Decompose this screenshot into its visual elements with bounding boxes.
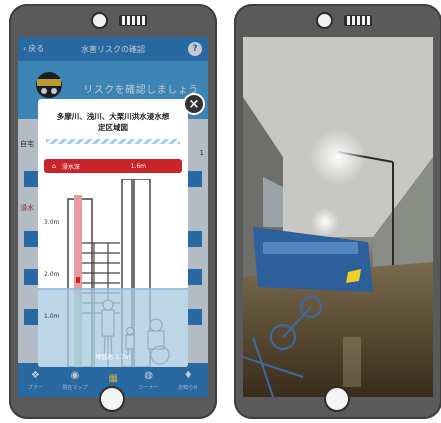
flooded-street-photo — [243, 37, 433, 397]
speaker-grille — [344, 15, 372, 26]
phone-frame-left: ‹ 戻る 水害リスクの確認 ? リスクを確認しましょう 自宅 浸水 1 ❖ ブラ… — [9, 4, 217, 419]
stage: ‹ 戻る 水害リスクの確認 ? リスクを確認しましょう 自宅 浸水 1 ❖ ブラ… — [0, 0, 441, 423]
flood-depth-value: 1.6m — [130, 162, 146, 170]
modal-title-line1: 多摩川、浅川、大栗川洪水浸水想 — [56, 112, 170, 121]
home-button[interactable] — [99, 386, 125, 412]
modal-title: 多摩川、浅川、大栗川洪水浸水想 定区域図 — [42, 111, 184, 133]
flood-scene: 3.0m 2.0m 1.0m 地盤高 1.7m — [38, 178, 188, 367]
camera-icon — [91, 12, 108, 29]
flood-depth-bar: ⌂ 浸水深 1.6m — [44, 159, 182, 173]
flood-illustration — [38, 178, 188, 367]
depth-label-3: 3.0m — [44, 219, 60, 226]
app-screen: ‹ 戻る 水害リスクの確認 ? リスクを確認しましょう 自宅 浸水 1 ❖ ブラ… — [18, 37, 208, 397]
depth-label-1: 1.0m — [44, 313, 60, 320]
camera-icon — [316, 12, 333, 29]
modal-title-line2: 定区域図 — [98, 123, 128, 132]
depth-label-2: 2.0m — [44, 271, 60, 278]
phone-frame-right — [234, 4, 441, 419]
home-button[interactable] — [324, 386, 350, 412]
flood-risk-modal: 多摩川、浅川、大栗川洪水浸水想 定区域図 ⌂ 浸水深 1.6m 3.0m 2.0… — [38, 99, 188, 367]
house-icon: ⌂ — [52, 162, 56, 170]
flood-photo-screen — [243, 37, 433, 397]
flood-depth-label: 浸水深 — [61, 163, 80, 171]
speaker-grille — [119, 15, 147, 26]
close-button[interactable]: × — [183, 93, 205, 115]
ground-height-caption: 地盤高 1.7m — [95, 354, 131, 361]
divider-stripe — [46, 139, 180, 144]
